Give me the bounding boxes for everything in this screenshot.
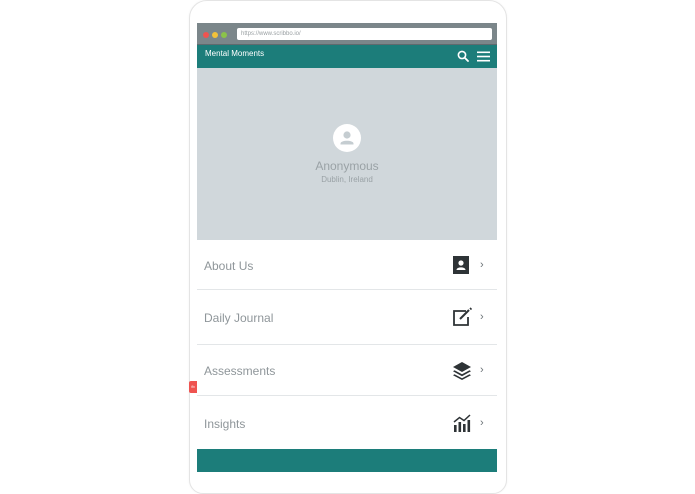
- chevron-right-icon: ›: [480, 311, 484, 323]
- maximize-window-dot[interactable]: [221, 32, 227, 38]
- chevron-right-icon: ›: [480, 364, 484, 376]
- menu-item-label: Daily Journal: [204, 311, 274, 325]
- profile-banner: Anonymous Dublin, Ireland: [197, 68, 497, 240]
- app-screen: https://www.scribbo.io/ Mental Moments A…: [197, 23, 497, 472]
- user-avatar-icon[interactable]: [333, 124, 361, 152]
- search-icon[interactable]: [457, 50, 469, 62]
- edit-note-icon: [452, 307, 473, 327]
- menu-item-label: Assessments: [204, 364, 276, 378]
- browser-chrome: https://www.scribbo.io/: [197, 23, 497, 45]
- layers-icon: [452, 360, 472, 380]
- menu-item-label: Insights: [204, 417, 246, 431]
- menu-item-assessments[interactable]: Assessments ›: [197, 345, 497, 396]
- chevron-right-icon: ›: [480, 417, 484, 429]
- feedback-tab[interactable]: fb: [189, 381, 197, 393]
- menu-item-daily-journal[interactable]: Daily Journal ›: [197, 290, 497, 345]
- chevron-right-icon: ›: [480, 259, 484, 271]
- app-header: Mental Moments: [197, 45, 497, 68]
- chart-icon: [452, 413, 472, 433]
- menu-item-label: About Us: [204, 259, 254, 273]
- footer-bar: [197, 449, 497, 472]
- profile-location: Dublin, Ireland: [321, 175, 373, 184]
- minimize-window-dot[interactable]: [212, 32, 218, 38]
- menu-item-about-us[interactable]: About Us ›: [197, 240, 497, 290]
- hamburger-menu-icon[interactable]: [477, 51, 490, 62]
- address-bar[interactable]: https://www.scribbo.io/: [237, 28, 492, 40]
- profile-name: Anonymous: [315, 159, 379, 173]
- app-title: Mental Moments: [205, 49, 265, 58]
- menu-item-insights[interactable]: Insights ›: [197, 396, 497, 449]
- close-window-dot[interactable]: [203, 32, 209, 38]
- contact-card-icon: [452, 255, 472, 275]
